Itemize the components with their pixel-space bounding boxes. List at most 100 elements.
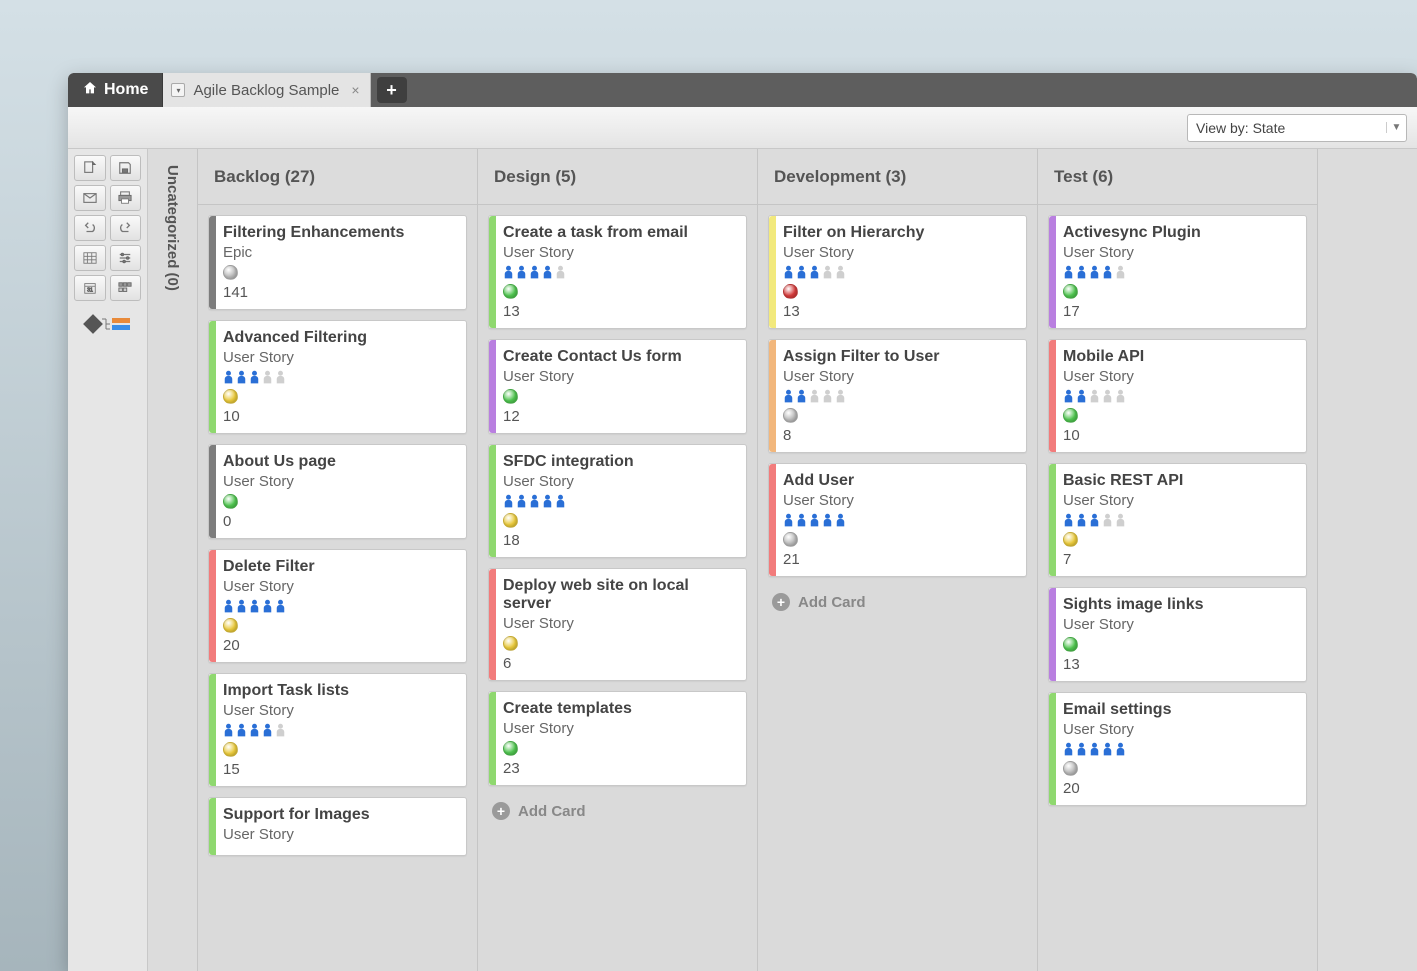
card[interactable]: Create templatesUser Story23 [488, 691, 747, 786]
status-dot [223, 618, 238, 633]
card[interactable]: Deploy web site on local serverUser Stor… [488, 568, 747, 681]
filter-button[interactable] [110, 245, 142, 271]
plus-circle-icon: + [772, 593, 790, 611]
viewby-select[interactable]: View by: State ▼ [1187, 114, 1407, 142]
person-icon [783, 389, 794, 404]
lane-body-backlog: Filtering EnhancementsEpic141 Advanced Fi… [198, 205, 477, 971]
lane-header-development[interactable]: Development (3) [758, 149, 1037, 205]
person-icon [1076, 389, 1087, 404]
lane-header-uncategorized[interactable]: Uncategorized (0) [148, 149, 197, 971]
card[interactable]: Import Task listsUser Story 15 [208, 673, 467, 787]
status-dot [503, 741, 518, 756]
card[interactable]: Sights image linksUser Story13 [1048, 587, 1307, 682]
card[interactable]: About Us pageUser Story0 [208, 444, 467, 539]
card-points: 8 [783, 427, 1016, 444]
print-button[interactable] [110, 185, 142, 211]
card[interactable]: Basic REST APIUser Story 7 [1048, 463, 1307, 577]
mail-icon [83, 191, 97, 205]
card-points: 10 [223, 408, 456, 425]
undo-button[interactable] [74, 215, 106, 241]
legend-button[interactable] [74, 311, 141, 337]
person-icon [835, 513, 846, 528]
viewby-text: View by: State [1188, 120, 1386, 136]
card[interactable]: Add UserUser Story 21 [768, 463, 1027, 577]
redo-icon [118, 221, 132, 235]
person-icon [1089, 513, 1100, 528]
card[interactable]: Filtering EnhancementsEpic141 [208, 215, 467, 310]
status-dot [503, 513, 518, 528]
card-type: User Story [503, 244, 736, 261]
person-icon [1063, 265, 1074, 280]
close-tab-icon[interactable]: × [351, 82, 359, 98]
person-icon [555, 265, 566, 280]
redo-button[interactable] [110, 215, 142, 241]
card-status-row [503, 741, 736, 756]
new-sheet-button[interactable] [74, 155, 106, 181]
card-type: User Story [503, 473, 736, 490]
person-icon [516, 494, 527, 509]
card-view-button[interactable] [110, 275, 142, 301]
card-title: Activesync Plugin [1063, 224, 1296, 242]
person-icon [275, 599, 286, 614]
home-tab[interactable]: Home [68, 73, 163, 107]
grid-view-button[interactable] [74, 245, 106, 271]
lane-header-design[interactable]: Design (5) [478, 149, 757, 205]
person-icon [822, 265, 833, 280]
card-stripe [1049, 693, 1056, 805]
card[interactable]: SFDC integrationUser Story 18 [488, 444, 747, 558]
card-status-row [223, 618, 456, 633]
status-dot [1063, 637, 1078, 652]
card[interactable]: Activesync PluginUser Story 17 [1048, 215, 1307, 329]
card-type: User Story [223, 349, 456, 366]
card[interactable]: Email settingsUser Story 20 [1048, 692, 1307, 806]
save-button[interactable] [110, 155, 142, 181]
card-status-row [1063, 532, 1296, 547]
card-status-row [1063, 408, 1296, 423]
lane-header-backlog[interactable]: Backlog (27) [198, 149, 477, 205]
card-type: User Story [783, 244, 1016, 261]
card-stripe [769, 464, 776, 576]
person-icon [236, 723, 247, 738]
card-title: Create templates [503, 700, 736, 718]
card-points: 20 [1063, 780, 1296, 797]
add-card-label: Add Card [798, 594, 866, 611]
card-type: User Story [783, 368, 1016, 385]
add-card-button[interactable]: +Add Card [488, 796, 747, 826]
person-icon [1076, 265, 1087, 280]
card-status-row [783, 532, 1016, 547]
lane-header-test[interactable]: Test (6) [1038, 149, 1317, 205]
new-tab-button[interactable]: + [377, 77, 407, 103]
card-type: User Story [1063, 616, 1296, 633]
status-dot [223, 494, 238, 509]
card[interactable]: Assign Filter to UserUser Story 8 [768, 339, 1027, 453]
card-points: 15 [223, 761, 456, 778]
card-points: 13 [1063, 656, 1296, 673]
lane-body-development: Filter on HierarchyUser Story 13Assign F… [758, 205, 1037, 971]
card-title: Create a task from email [503, 224, 736, 242]
card-title: Email settings [1063, 701, 1296, 719]
person-icon [1063, 513, 1074, 528]
card-status-row [783, 284, 1016, 299]
add-card-button[interactable]: + Add Card [768, 587, 1027, 617]
open-tab[interactable]: ▾ Agile Backlog Sample × [163, 73, 370, 107]
card-people [783, 513, 1016, 528]
card[interactable]: Create Contact Us formUser Story12 [488, 339, 747, 434]
mail-button[interactable] [74, 185, 106, 211]
card-points: 6 [503, 655, 736, 672]
new-sheet-icon [83, 161, 97, 175]
card[interactable]: Support for ImagesUser Story [208, 797, 467, 856]
card[interactable]: Mobile APIUser Story 10 [1048, 339, 1307, 453]
lane-body-design: Create a task from emailUser Story 13Cre… [478, 205, 757, 971]
lane-design: Design (5) Create a task from email User S… [478, 149, 758, 971]
card[interactable]: Advanced FilteringUser Story 10 [208, 320, 467, 434]
card[interactable]: Delete FilterUser Story 20 [208, 549, 467, 663]
status-dot [223, 265, 238, 280]
person-icon [822, 513, 833, 528]
tab-dropdown-icon[interactable]: ▾ [171, 83, 185, 97]
svg-text:31: 31 [87, 288, 93, 294]
card[interactable]: Create a task from emailUser Story 13 [488, 215, 747, 329]
person-icon [542, 494, 553, 509]
calendar-button[interactable]: 31 [74, 275, 106, 301]
card-type: User Story [503, 720, 736, 737]
card[interactable]: Filter on HierarchyUser Story 13 [768, 215, 1027, 329]
